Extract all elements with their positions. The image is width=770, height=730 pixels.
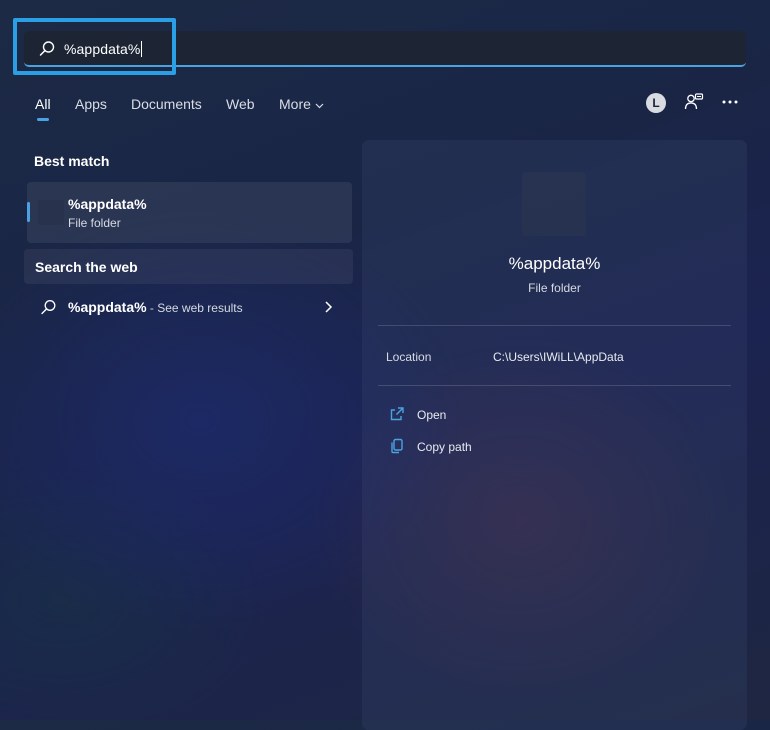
best-match-subtitle: File folder [68,216,121,230]
copy-icon [391,438,403,454]
annotation-highlight-box [13,18,176,75]
avatar[interactable]: L [646,93,666,113]
search-web-heading: Search the web [35,259,138,275]
tab-documents[interactable]: Documents [131,96,202,112]
divider [378,385,731,386]
location-value: C:\Users\IWiLL\AppData [493,350,624,364]
active-tab-indicator [37,118,49,121]
chevron-right-icon[interactable] [322,299,334,315]
selection-indicator [27,202,30,222]
tab-web[interactable]: Web [226,96,255,112]
tab-apps[interactable]: Apps [75,96,107,112]
tab-more[interactable]: More [279,96,324,112]
tab-more-label: More [279,96,311,112]
best-match-item[interactable]: %appdata% File folder [27,182,352,243]
folder-icon [38,200,64,225]
web-result-suffix: - See web results [146,301,243,315]
copy-path-action-label: Copy path [417,440,472,454]
divider [378,325,731,326]
detail-title: %appdata% [508,254,601,273]
best-match-heading: Best match [34,153,110,169]
chevron-down-icon [315,103,324,109]
web-result-text: %appdata% - See web results [68,299,243,315]
detail-subtitle: File folder [528,281,581,295]
best-match-title: %appdata% [68,196,147,212]
search-web-header: Search the web [24,249,353,284]
detail-panel: %appdata% File folder Location C:\Users\… [362,140,747,730]
people-icon[interactable] [684,92,704,112]
search-icon [41,300,56,315]
open-action-label: Open [417,408,447,422]
open-action[interactable]: Open [382,403,582,427]
tab-all[interactable]: All [35,96,51,112]
more-options-icon[interactable] [721,92,739,112]
folder-icon [522,172,586,236]
copy-path-action[interactable]: Copy path [382,435,582,459]
web-result-query: %appdata% [68,299,147,315]
location-label: Location [386,350,432,364]
web-result-item[interactable]: %appdata% - See web results [24,293,353,323]
open-external-icon [390,407,404,421]
